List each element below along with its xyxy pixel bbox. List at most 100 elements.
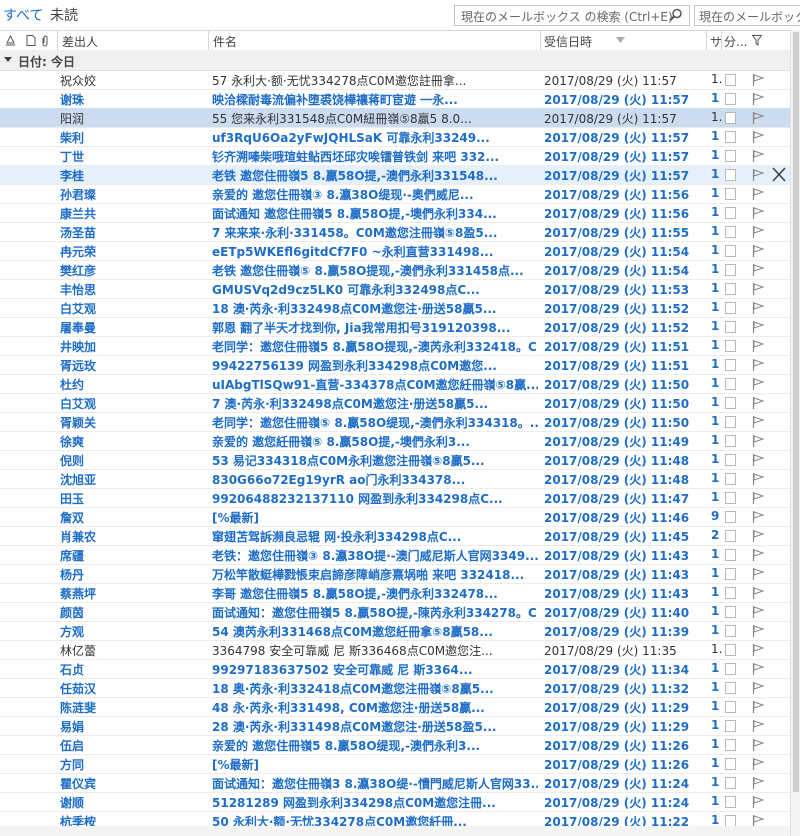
category-checkbox[interactable] [725, 587, 736, 599]
category-checkbox[interactable] [725, 283, 736, 295]
message-row[interactable]: 井映加 老同学：邀您住冊嶺5 8.贏58O提现,-澳芮永利332418。C... 2… [0, 336, 790, 356]
group-header-today[interactable]: 日付: 今日 [0, 50, 790, 71]
category-checkbox[interactable] [725, 74, 736, 86]
flag-icon[interactable] [752, 758, 764, 770]
flag-icon[interactable] [752, 226, 764, 238]
message-row[interactable]: 谢珠 映洽樑耐毒流偏补堕裘饶樺禳蒋町宦遊 一永... 2017/08/29 (火) … [0, 89, 790, 109]
flag-icon[interactable] [752, 340, 764, 352]
message-row[interactable]: 屠奉曼 郭恩 翻了半天才找到你, Jia我常用扣号319120398... 2017… [0, 317, 790, 337]
flag-icon[interactable] [752, 549, 764, 561]
category-checkbox[interactable] [725, 226, 736, 238]
message-row[interactable]: 席疆 老铁：邀您住冊嶺③ 8.瀛38O提·-澳门威尼斯人官网3349... 2017… [0, 545, 790, 565]
message-row[interactable]: 倪则 53 易记334318点C0M永利邀您注冊嶺⑤8贏5... 2017/08/2… [0, 450, 790, 470]
category-checkbox[interactable] [725, 416, 736, 428]
category-checkbox[interactable] [725, 207, 736, 219]
category-checkbox[interactable] [725, 169, 736, 181]
message-row[interactable]: 石贞 99297183637502 安全可靠威 尼 斯3364... 2017/08… [0, 659, 790, 679]
flag-icon[interactable] [752, 720, 764, 732]
category-checkbox[interactable] [725, 359, 736, 371]
flag-icon[interactable] [752, 492, 764, 504]
flag-icon[interactable] [752, 74, 764, 86]
flag-icon[interactable] [752, 739, 764, 751]
flag-icon[interactable] [752, 587, 764, 599]
flag-icon[interactable] [752, 777, 764, 789]
flag-icon[interactable] [752, 606, 764, 618]
flag-icon[interactable] [752, 644, 764, 656]
flag-icon[interactable] [752, 112, 764, 124]
flag-icon[interactable] [752, 435, 764, 447]
importance-icon[interactable] [5, 35, 16, 46]
message-row[interactable]: 易娟 28 澳·芮永·利331498点C0M邀您注·册送58盈5... 2017/0… [0, 716, 790, 736]
flag-icon[interactable] [752, 682, 764, 694]
category-checkbox[interactable] [725, 150, 736, 162]
collapse-triangle-icon[interactable] [4, 57, 12, 62]
search-input[interactable]: 現在のメールボックス の検索 (Ctrl+E) [454, 5, 690, 26]
message-row[interactable]: 颜茵 面试通知：邀您住冊嶺5 8.贏58O提,-陳芮永利334278。C... 20… [0, 602, 790, 622]
category-checkbox[interactable] [725, 739, 736, 751]
attachment-icon[interactable] [40, 35, 50, 47]
category-checkbox[interactable] [725, 131, 736, 143]
flag-icon[interactable] [752, 625, 764, 637]
message-row[interactable]: 白艾观 18 澳·芮永·利332498点C0M邀您注·册送58贏5... 2017/… [0, 298, 790, 318]
message-row[interactable]: 李桂 老铁 邀您住冊嶺5 8.贏58O提,-澳們永利331548... 2017/0… [0, 165, 790, 185]
flag-icon[interactable] [752, 302, 764, 314]
category-checkbox[interactable] [725, 188, 736, 200]
message-row[interactable]: 沈旭亚 830G66o72Eg19yrR ao门永利334378... 2017/0… [0, 469, 790, 489]
search-scope-dropdown[interactable]: 現在のメールボックス [694, 5, 800, 26]
flag-icon[interactable] [752, 264, 764, 276]
category-checkbox[interactable] [725, 492, 736, 504]
message-row[interactable]: 白艾观 7 澳·芮永·利332498点C0M邀您注·册送58贏5... 2017/0… [0, 393, 790, 413]
column-received[interactable]: 受信日時 [544, 33, 592, 50]
flag-icon[interactable] [752, 283, 764, 295]
category-checkbox[interactable] [725, 435, 736, 447]
category-checkbox[interactable] [725, 549, 736, 561]
category-checkbox[interactable] [725, 397, 736, 409]
message-row[interactable]: 丁世 钐齐溯嗪柴哦瑄蛀鲇西坯邱灾唉镭普铁剑 来吧 332... 2017/08/29… [0, 146, 790, 166]
category-checkbox[interactable] [725, 473, 736, 485]
filter-funnel-icon[interactable] [752, 35, 762, 46]
category-checkbox[interactable] [725, 112, 736, 124]
category-checkbox[interactable] [725, 511, 736, 523]
category-checkbox[interactable] [725, 720, 736, 732]
category-checkbox[interactable] [725, 701, 736, 713]
message-row[interactable]: 蔡燕坪 李哥 邀您住冊嶺5 8.贏58O提,-澳們永利332478... 2017/… [0, 583, 790, 603]
message-row[interactable]: 汤圣苗 7 来来来·永利·331458。C0M邀您注冊嶺⑤8盈5... 2017/0… [0, 222, 790, 242]
message-row[interactable]: 徐爽 亲爱的 邀您紝冊嶺⑤ 8.贏58O提,-墺們永利3... 2017/08/29… [0, 431, 790, 451]
flag-icon[interactable] [752, 359, 764, 371]
category-checkbox[interactable] [725, 606, 736, 618]
message-row[interactable]: 胥颖关 老同学：邀您住冊嶺⑤ 8.贏58O缇现,-澳們永利334318。... 20… [0, 412, 790, 432]
category-checkbox[interactable] [725, 245, 736, 257]
column-subject[interactable]: 件名 [213, 33, 237, 50]
category-checkbox[interactable] [725, 454, 736, 466]
message-row[interactable]: 詹双 [%最新] 2017/08/29 (火) 11:46 9 [0, 507, 790, 527]
flag-icon[interactable] [752, 93, 764, 105]
message-row[interactable]: 康兰共 面试通知 邀您住冊嶺5 8.贏58O提,-墺們永利334... 2017/0… [0, 203, 790, 223]
category-checkbox[interactable] [725, 530, 736, 542]
message-row[interactable]: 谢顺 51281289 网盈到永利334298点C0M邀您注冊... 2017/08… [0, 792, 790, 812]
flag-icon[interactable] [752, 663, 764, 675]
message-row[interactable]: 杜约 uIAbgTlSQw91-直营-334378点C0M邀您紝冊嶺⑤8贏... 2… [0, 374, 790, 394]
flag-icon[interactable] [752, 511, 764, 523]
vertical-scrollbar[interactable] [790, 30, 800, 836]
flag-icon[interactable] [752, 188, 764, 200]
flag-icon[interactable] [752, 568, 764, 580]
column-category[interactable]: 分... [724, 33, 747, 50]
message-row[interactable]: 伍启 亲爱的 邀您住冊嶺5 8.贏58O缇现,-澳們永利3... 2017/08/2… [0, 735, 790, 755]
category-checkbox[interactable] [725, 340, 736, 352]
category-checkbox[interactable] [725, 644, 736, 656]
category-checkbox[interactable] [725, 321, 736, 333]
flag-icon[interactable] [752, 169, 764, 181]
message-row[interactable]: 柴利 uf3RqU6Oa2yFwJQHLSaK 可靠永利33249... 2017/… [0, 127, 790, 147]
horizontal-scrollbar[interactable] [0, 826, 790, 836]
flag-icon[interactable] [752, 454, 764, 466]
message-row[interactable]: 祝众姣 57 永利大·额·无忧334278点C0M邀您註冊拿... 2017/08/… [0, 70, 790, 90]
column-sender[interactable]: 差出人 [62, 33, 98, 50]
category-checkbox[interactable] [725, 625, 736, 637]
search-icon[interactable] [669, 8, 683, 22]
message-row[interactable]: 瞿仪宾 面试通知：邀您住冊嶺3 8.瀛38O缇·-憒門威尼斯人官网33... 201… [0, 773, 790, 793]
message-row[interactable]: 肖兼农 窜翅苫驾訴瀕良忌辊 网·投永利334298点C... 2017/08/29 … [0, 526, 790, 546]
category-checkbox[interactable] [725, 93, 736, 105]
flag-icon[interactable] [752, 150, 764, 162]
item-type-icon[interactable] [26, 35, 36, 46]
message-row[interactable]: 樊红彦 老铁 邀您住冊嶺⑤ 8.贏58O提现,-澳們永利331458点... 201… [0, 260, 790, 280]
